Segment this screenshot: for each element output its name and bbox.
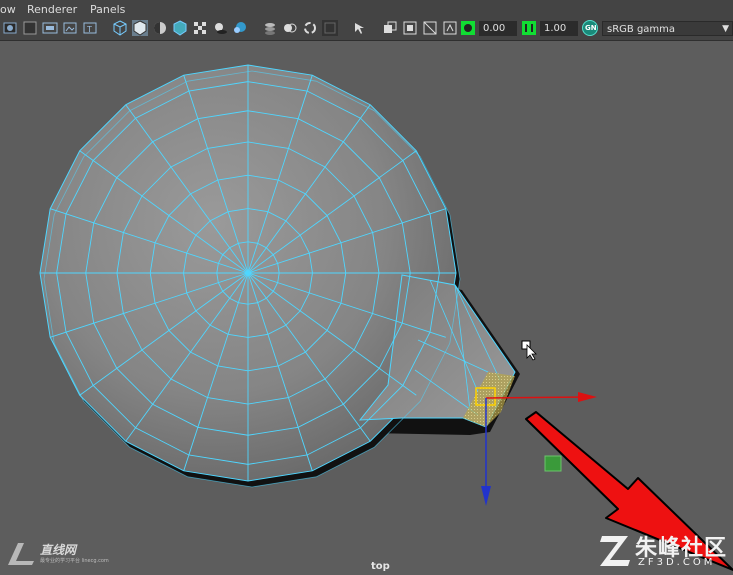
anti-aliasing-icon[interactable] [282, 20, 298, 36]
film-gate-icon[interactable] [422, 20, 438, 36]
camera-label: top [371, 561, 390, 572]
image-plane-icon[interactable] [62, 20, 78, 36]
textured-icon[interactable] [172, 20, 188, 36]
motion-blur-icon[interactable] [262, 20, 278, 36]
zf3d-logo-icon [600, 536, 630, 566]
menu-panels[interactable]: Panels [90, 3, 125, 16]
wireframe-icon[interactable] [112, 20, 128, 36]
2d-pan-zoom-icon[interactable]: T [82, 20, 98, 36]
xray-joints-icon[interactable] [382, 20, 398, 36]
select-camera-icon[interactable] [2, 20, 18, 36]
gate-mask-icon[interactable] [442, 20, 458, 36]
color-management-icon[interactable]: GN [582, 20, 598, 36]
y-axis-arrow-icon[interactable] [481, 486, 491, 506]
watermark-right-sub: ZF3D.COM [638, 557, 716, 568]
smooth-shade-icon[interactable] [132, 20, 148, 36]
gamma-field[interactable]: 1.00 [540, 21, 578, 36]
watermark-left-title: 直线网 [40, 543, 77, 557]
watermark-left-subtitle: 最专业的学习平台 linecg.com [40, 558, 109, 564]
viewport[interactable]: top [0, 40, 733, 575]
color-space-value: sRGB gamma [607, 24, 676, 35]
menu-show[interactable]: ow [0, 3, 16, 16]
camera-attributes-icon[interactable] [22, 20, 38, 36]
xray-icon[interactable] [322, 20, 338, 36]
bookmarks-icon[interactable] [42, 20, 58, 36]
color-space-dropdown[interactable]: sRGB gamma ▼ [602, 21, 733, 36]
plane-handle-icon[interactable] [544, 455, 562, 472]
exposure-icon[interactable] [460, 20, 476, 36]
svg-text:T: T [86, 25, 92, 34]
gamma-icon[interactable] [521, 20, 537, 36]
xray-active-components-icon[interactable] [352, 20, 368, 36]
panel-toolbar: T 0.00 1.00 GN sRGB gamma ▼ [0, 18, 733, 41]
watermark-zf3d: 朱峰社区 ZF3D.COM [598, 528, 728, 572]
chevron-down-icon: ▼ [722, 24, 729, 34]
color-mgmt-badge: GN [585, 24, 597, 32]
menu-renderer[interactable]: Renderer [27, 3, 77, 16]
ambient-occlusion-icon[interactable] [232, 20, 248, 36]
linecg-logo-icon [8, 543, 34, 565]
wireframe-on-shaded-icon[interactable] [152, 20, 168, 36]
shadows-icon[interactable] [212, 20, 228, 36]
exposure-field[interactable]: 0.00 [479, 21, 517, 36]
use-all-lights-icon[interactable] [192, 20, 208, 36]
mesh-object[interactable] [39, 64, 520, 488]
resolution-gate-icon[interactable] [402, 20, 418, 36]
x-axis-arrow-icon[interactable] [578, 392, 597, 402]
menu-bar: ow Renderer Panels [0, 0, 733, 18]
watermark-linecg: 直线网 最专业的学习平台 linecg.com [4, 539, 124, 569]
mouse-cursor-icon [521, 340, 537, 361]
isolate-select-icon[interactable] [302, 20, 318, 36]
